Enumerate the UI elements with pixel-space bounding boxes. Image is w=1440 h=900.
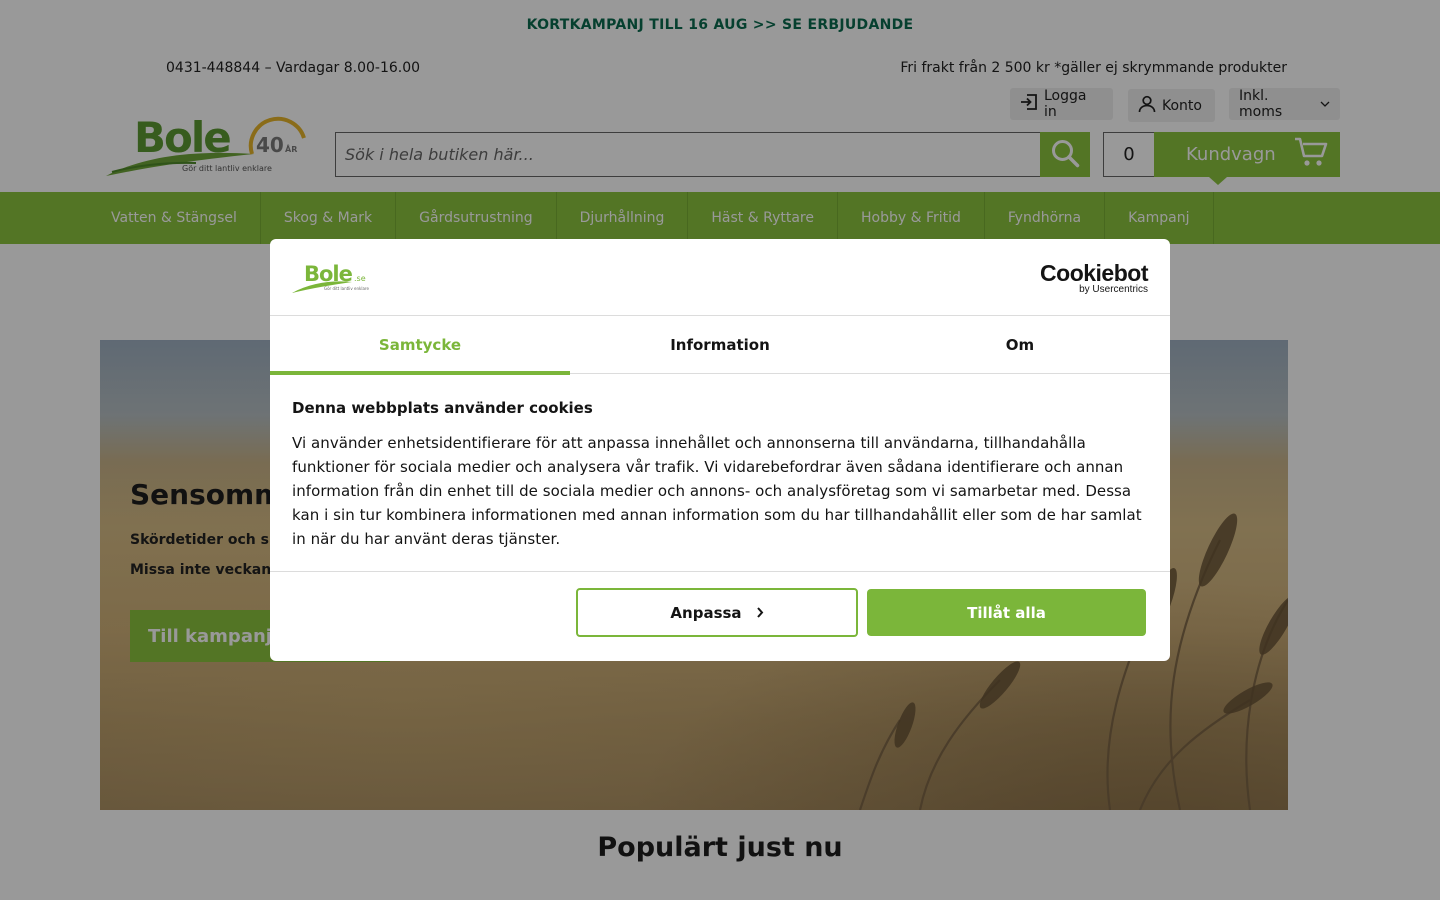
allow-all-button[interactable]: Tillåt alla: [867, 589, 1146, 636]
cookie-logo-suffix: .se: [354, 274, 366, 283]
customize-label: Anpassa: [670, 603, 742, 622]
cookiebot-byline: by Usercentrics: [1079, 284, 1148, 295]
cookie-consent-dialog: Bole .se Gör ditt lantliv enklare Cookie…: [270, 239, 1170, 661]
cookie-dialog-body: Denna webbplats använder cookies Vi anvä…: [292, 399, 1152, 551]
cookie-tabs: Samtycke Information Om: [270, 316, 1170, 375]
cookie-description: Vi använder enhetsidentifierare för att …: [292, 434, 1142, 548]
chevron-right-icon: [756, 604, 764, 622]
tab-om[interactable]: Om: [870, 316, 1170, 374]
customize-button[interactable]: Anpassa: [576, 588, 858, 637]
cookie-logo-tagline: Gör ditt lantliv enklare: [324, 286, 369, 291]
cookie-heading: Denna webbplats använder cookies: [292, 399, 593, 417]
cookiebot-logo[interactable]: Cookiebot by Usercentrics: [1040, 261, 1148, 295]
cookie-dialog-footer: Anpassa Tillåt alla: [270, 571, 1170, 661]
cookie-dialog-header: Bole .se Gör ditt lantliv enklare Cookie…: [270, 239, 1170, 316]
tab-information[interactable]: Information: [570, 316, 870, 374]
tab-samtycke[interactable]: Samtycke: [270, 316, 570, 375]
cookie-logo-brand: Bole: [304, 262, 353, 286]
cookie-dialog-logo: Bole .se Gör ditt lantliv enklare: [292, 259, 374, 299]
cookiebot-name: Cookiebot: [1040, 260, 1148, 286]
